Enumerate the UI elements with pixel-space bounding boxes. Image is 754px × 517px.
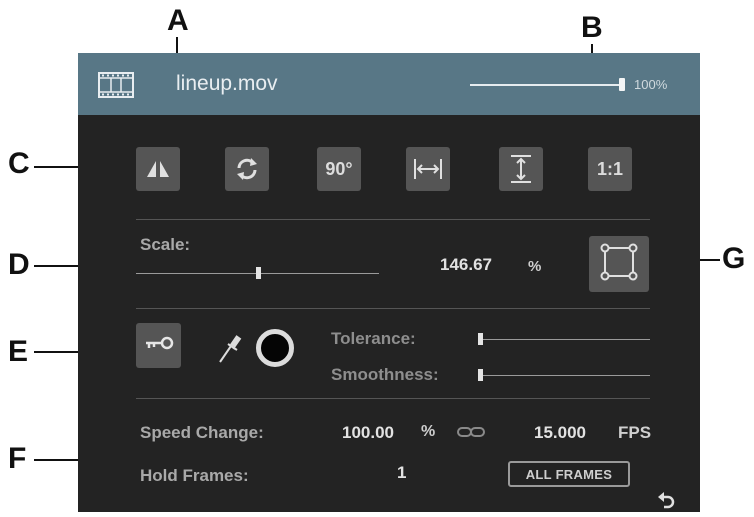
- actual-size-label: 1:1: [596, 158, 623, 179]
- smoothness-slider[interactable]: [478, 375, 650, 376]
- scale-value[interactable]: 146.67: [440, 255, 492, 275]
- callout-f: F: [8, 442, 27, 475]
- fit-height-button[interactable]: [499, 147, 543, 191]
- callout-d: D: [8, 248, 30, 281]
- speed-change-unit: %: [421, 423, 436, 440]
- link-icon[interactable]: [456, 425, 486, 444]
- eyedropper-icon[interactable]: [216, 333, 242, 370]
- tolerance-slider[interactable]: [478, 339, 650, 340]
- rotate-90-label: 90°: [325, 158, 353, 179]
- callout-g: G: [722, 242, 746, 275]
- callout-a: A: [167, 4, 189, 37]
- clip-title: lineup.mov: [176, 72, 278, 95]
- fit-width-button[interactable]: [406, 147, 450, 191]
- key-button[interactable]: [136, 323, 181, 368]
- tolerance-slider-thumb[interactable]: [478, 333, 483, 345]
- media-settings-panel: lineup.mov 100% 90° 1:1 Scale: 146.67 % …: [78, 53, 700, 512]
- reset-icon[interactable]: [656, 490, 678, 517]
- scale-slider-thumb[interactable]: [255, 267, 261, 279]
- clip-header: lineup.mov 100%: [78, 53, 700, 115]
- rotate-button[interactable]: [225, 147, 269, 191]
- speed-change-label: Speed Change:: [140, 423, 264, 442]
- actual-size-button[interactable]: 1:1: [588, 147, 632, 191]
- opacity-slider[interactable]: [470, 84, 622, 86]
- divider: [136, 308, 650, 309]
- fit-height-icon: [507, 153, 535, 185]
- scale-label: Scale:: [140, 235, 191, 254]
- opacity-slider-thumb[interactable]: [619, 78, 625, 91]
- opacity-value: 100%: [634, 77, 668, 92]
- smoothness-slider-thumb[interactable]: [478, 369, 483, 381]
- fps-value[interactable]: 15.000: [534, 423, 586, 443]
- transform-icon: [599, 242, 639, 287]
- callout-e: E: [8, 335, 29, 368]
- callout-c: C: [8, 147, 30, 180]
- all-frames-button[interactable]: ALL FRAMES: [508, 461, 630, 487]
- callout-b: B: [581, 11, 603, 44]
- rotate-90-button[interactable]: 90°: [317, 147, 361, 191]
- transform-button[interactable]: [589, 236, 649, 292]
- hold-frames-value[interactable]: 1: [397, 463, 406, 483]
- fit-width-icon: [412, 155, 444, 183]
- rotate-icon: [233, 155, 261, 183]
- film-icon: [96, 70, 136, 100]
- flip-horizontal-icon: [144, 157, 172, 181]
- hold-frames-label: Hold Frames:: [140, 466, 249, 485]
- divider: [136, 398, 650, 399]
- flip-horizontal-button[interactable]: [136, 147, 180, 191]
- smoothness-label: Smoothness:: [331, 365, 439, 384]
- scale-unit: %: [528, 258, 542, 275]
- speed-change-value[interactable]: 100.00: [342, 423, 394, 443]
- key-color-swatch[interactable]: [256, 329, 294, 367]
- divider: [136, 219, 650, 220]
- fps-unit: FPS: [618, 423, 652, 442]
- key-icon: [144, 335, 174, 356]
- tolerance-label: Tolerance:: [331, 329, 416, 348]
